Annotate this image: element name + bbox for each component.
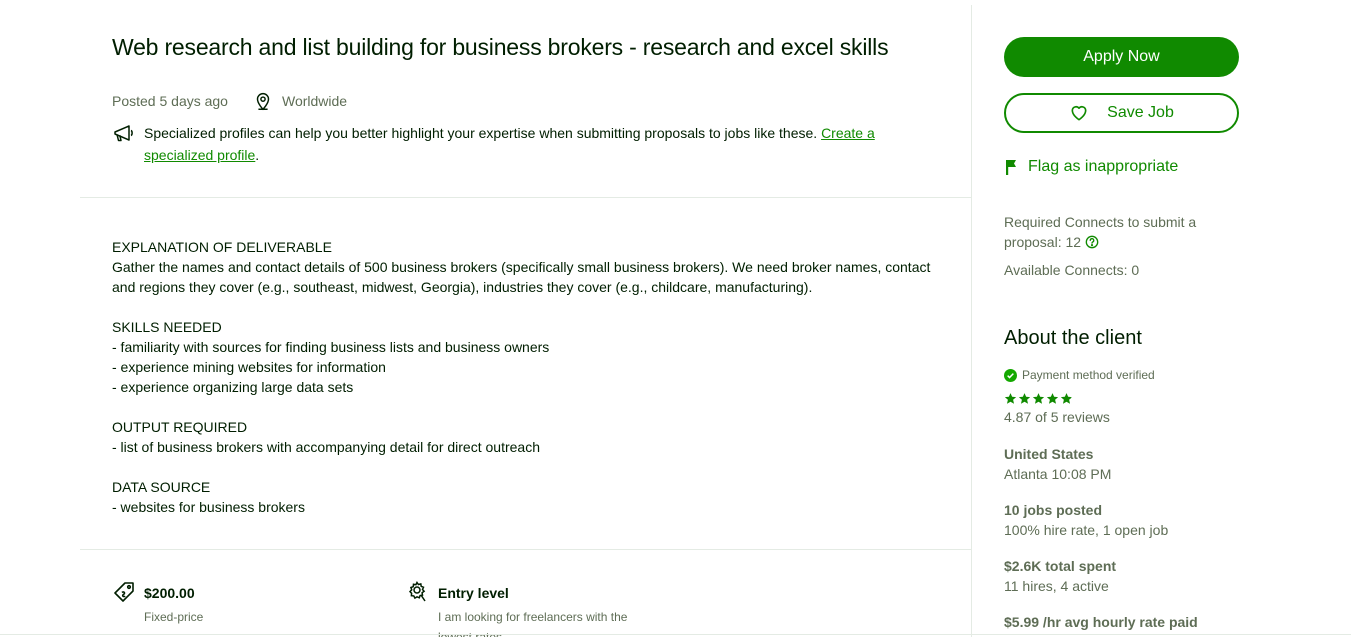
verified-check-icon — [1004, 368, 1017, 382]
description-line: SKILLS NEEDED — [112, 319, 222, 335]
client-reviews: 4.87 of 5 reviews — [1004, 409, 1110, 425]
job-location: Worldwide — [281, 93, 348, 109]
description-line: Gather the names and contact details of … — [112, 259, 931, 295]
flag-label: Flag as inappropriate — [1028, 158, 1179, 175]
payment-verified: Payment method verified — [1004, 368, 1155, 382]
experience-level-icon — [406, 580, 430, 604]
connects-available: Available Connects: 0 — [1004, 262, 1140, 278]
about-client-heading: About the client — [1004, 327, 1142, 349]
description-line: - list of business brokers with accompan… — [112, 439, 540, 455]
description-line: - experience organizing large data sets — [112, 379, 354, 395]
job-details-main: Web research and list building for busin… — [80, 0, 971, 637]
heart-icon — [1069, 103, 1089, 123]
column-divider — [971, 5, 972, 637]
description-line: EXPLANATION OF DELIVERABLE — [112, 239, 332, 255]
flag-icon — [1004, 158, 1020, 176]
job-meta: Posted 5 days ago Worldwide — [112, 90, 347, 112]
section-divider — [80, 197, 971, 198]
price-value: $200.00 — [144, 585, 195, 601]
star-icon — [1060, 392, 1073, 405]
specialized-profile-text: Specialized profiles can help you better… — [144, 125, 875, 163]
save-job-label: Save Job — [1107, 104, 1174, 121]
star-icon — [1018, 392, 1031, 405]
apply-now-button[interactable]: Apply Now — [1004, 37, 1239, 77]
star-icon — [1004, 392, 1017, 405]
description-line: - familiarity with sources for finding b… — [112, 339, 550, 355]
price-type: Fixed-price — [144, 610, 204, 624]
description-line: - websites for business brokers — [112, 499, 305, 515]
specialized-profile-tip: Specialized profiles can help you better… — [112, 122, 912, 166]
description-line: - experience mining websites for informa… — [112, 359, 386, 375]
price-tag-icon — [112, 580, 136, 604]
client-rating-stars — [1004, 392, 1073, 405]
job-title: Web research and list building for busin… — [112, 34, 889, 60]
section-divider — [80, 549, 971, 550]
description-line: OUTPUT REQUIRED — [112, 419, 248, 435]
page-bottom-border — [0, 634, 1351, 635]
job-description: EXPLANATION OF DELIVERABLE Gather the na… — [112, 237, 942, 517]
client-avg-rate: $5.99 /hr avg hourly rate paid — [1004, 614, 1198, 630]
description-line: DATA SOURCE — [112, 479, 211, 495]
client-spend: $2.6K total spent 11 hires, 4 active — [1004, 558, 1117, 594]
map-pin-icon — [252, 90, 274, 112]
posted-time: Posted 5 days ago — [112, 93, 228, 109]
experience-level: Entry level — [438, 585, 509, 601]
client-jobs: 10 jobs posted 100% hire rate, 1 open jo… — [1004, 502, 1169, 538]
question-icon[interactable] — [1085, 235, 1099, 249]
star-icon — [1032, 392, 1045, 405]
megaphone-icon — [112, 122, 136, 146]
job-sidebar: Apply Now Save Job Flag as inappropriate… — [1004, 0, 1244, 637]
feature-price: $200.00 Fixed-price — [112, 580, 354, 627]
save-job-button[interactable]: Save Job — [1004, 93, 1239, 133]
client-location: United States Atlanta 10:08 PM — [1004, 446, 1112, 482]
connects-required: Required Connects to submit a proposal: … — [1004, 214, 1197, 250]
star-icon — [1046, 392, 1059, 405]
feature-level: Entry level I am looking for freelancers… — [406, 580, 648, 637]
job-features: $200.00 Fixed-price Entry level I am loo… — [112, 580, 952, 637]
flag-inappropriate-link[interactable]: Flag as inappropriate — [1004, 158, 1178, 176]
experience-level-desc: I am looking for freelancers with the lo… — [438, 610, 628, 637]
